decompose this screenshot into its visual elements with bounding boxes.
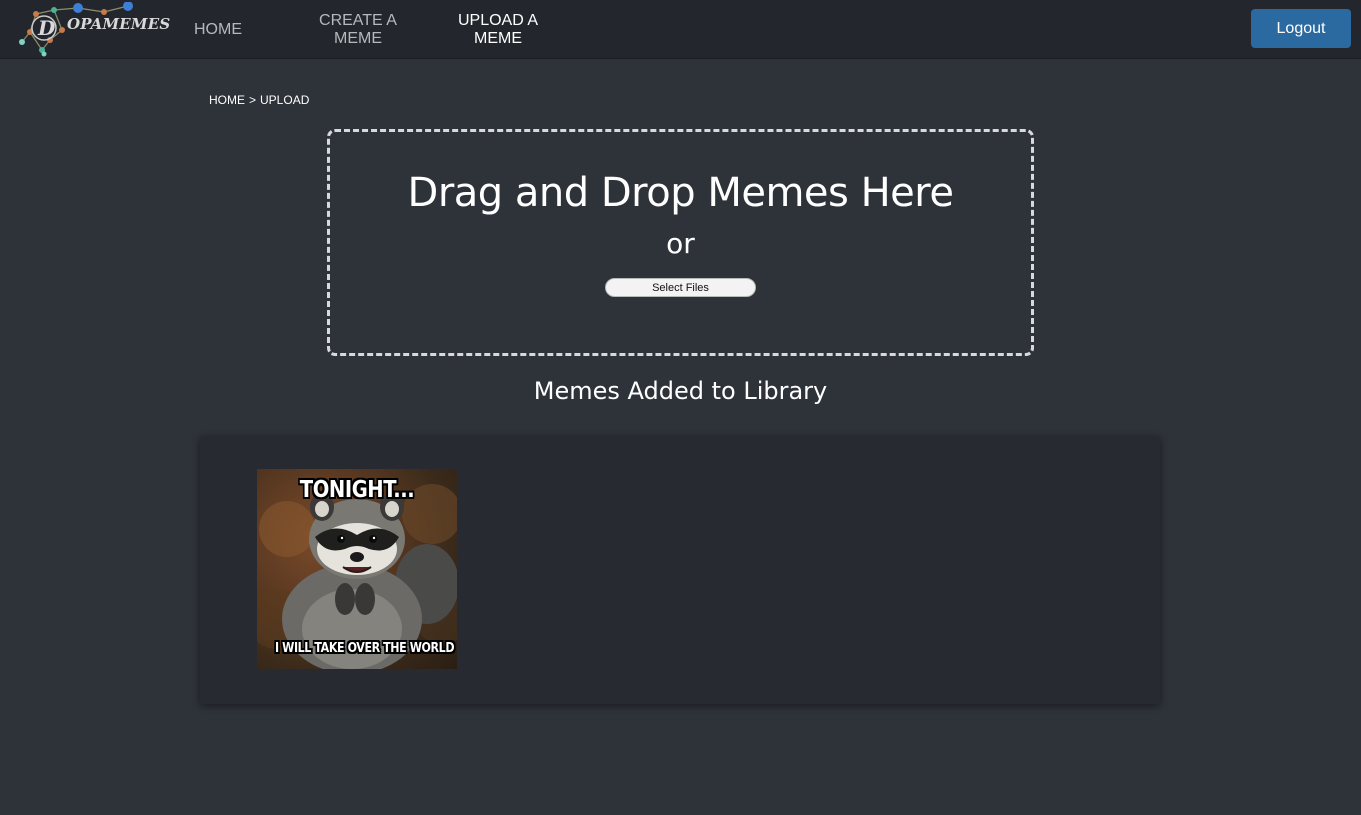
nav-create-label-line1: CREATE A [319, 11, 397, 29]
breadcrumb-separator: > [249, 93, 257, 107]
upload-dropzone[interactable]: Drag and Drop Memes Here or Select Files [327, 129, 1034, 356]
nav-upload-label-line2: MEME [474, 29, 522, 47]
dropzone-or: or [666, 227, 695, 260]
breadcrumb-home[interactable]: HOME [209, 93, 245, 107]
nav-upload-meme[interactable]: UPLOAD A MEME [448, 0, 548, 59]
svg-text:D: D [37, 16, 56, 40]
logout-button[interactable]: Logout [1251, 9, 1351, 48]
library-title: Memes Added to Library [533, 377, 828, 405]
dropzone-title: Drag and Drop Memes Here [407, 170, 954, 216]
nav-create-meme[interactable]: CREATE A MEME [308, 0, 408, 59]
top-navbar: D OPAMEMES HOME CREATE A MEME UPLOAD A M… [0, 0, 1361, 59]
breadcrumb-current: UPLOAD [260, 93, 310, 107]
nav-home-label: HOME [194, 20, 242, 38]
breadcrumb: HOME > UPLOAD [209, 93, 309, 107]
nav-upload-label-line1: UPLOAD A [457, 11, 539, 29]
select-files-button[interactable]: Select Files [605, 278, 756, 297]
dopamemes-logo[interactable]: D OPAMEMES [16, 2, 170, 58]
meme-top-text: TONIGHT... [299, 477, 415, 503]
nav-home[interactable]: HOME [178, 0, 258, 59]
meme-bottom-text: I WILL TAKE OVER THE WORLD [275, 640, 455, 656]
logo-text: OPAMEMES [67, 15, 171, 33]
meme-library-panel: TONIGHT... I WILL TAKE OVER THE WORLD [200, 436, 1160, 704]
nav-create-label-line2: MEME [333, 29, 382, 47]
meme-thumbnail[interactable]: TONIGHT... I WILL TAKE OVER THE WORLD [257, 469, 457, 669]
